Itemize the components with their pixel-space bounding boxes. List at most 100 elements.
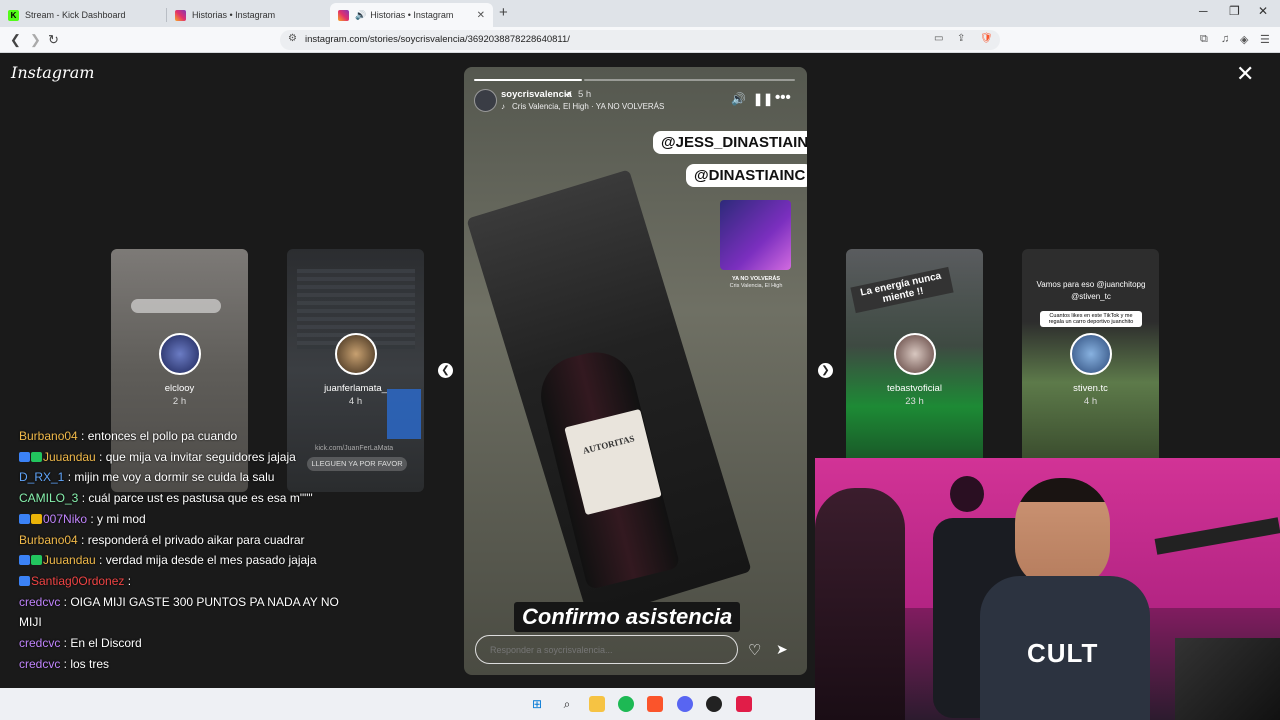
chat-badge-icon xyxy=(31,555,42,566)
chat-username[interactable]: Santiag0Ordonez xyxy=(31,574,124,588)
address-bar[interactable]: ⚙ instagram.com/stories/soycrisvalencia/… xyxy=(280,30,1000,50)
close-tab-icon[interactable]: ✕ xyxy=(477,10,485,21)
spotify-icon[interactable] xyxy=(618,696,634,712)
chat-username[interactable]: CAMILO_3 xyxy=(19,491,78,505)
chat-text: : entonces el pollo pa cuando xyxy=(77,429,238,443)
chat-username[interactable]: credcvc xyxy=(19,636,60,650)
chat-username[interactable]: Burbano04 xyxy=(19,429,78,443)
instagram-logo[interactable]: Instagram xyxy=(11,63,94,82)
music-sticker-art[interactable] xyxy=(720,200,791,270)
side-story-stiven[interactable]: Vamos para eso @juanchitopg @stiven_tc C… xyxy=(1022,249,1159,492)
heart-icon[interactable]: ♡ xyxy=(748,641,761,659)
tab-kick-dashboard[interactable]: K Stream - Kick Dashboard xyxy=(0,3,163,27)
reload-icon[interactable]: ↻ xyxy=(48,32,59,48)
extensions-icon[interactable]: ⧉ xyxy=(1200,33,1208,46)
verified-icon: ✔ xyxy=(565,89,573,99)
pause-icon[interactable]: ❚❚ xyxy=(753,92,773,106)
forward-icon[interactable]: ❯ xyxy=(30,32,41,48)
story-username[interactable]: soycrisvalencia xyxy=(501,89,572,100)
chat-message: credcvc : En el Discord xyxy=(19,633,349,654)
story-time: 5 h xyxy=(578,89,592,100)
url-text[interactable]: instagram.com/stories/soycrisvalencia/36… xyxy=(305,34,570,45)
avatar xyxy=(894,333,936,375)
share-icon[interactable]: ⇪ xyxy=(957,33,965,44)
active-story[interactable]: soycrisvalencia ✔ 5 h ♪ Cris Valencia, E… xyxy=(464,67,807,675)
avatar xyxy=(1070,333,1112,375)
wall-logo xyxy=(950,476,984,512)
brave-shield-icon[interactable]: 🛡 xyxy=(980,33,993,44)
menu-icon[interactable]: ☰ xyxy=(1260,33,1270,46)
chat-message: Burbano04 : responderá el privado aikar … xyxy=(19,530,349,551)
send-icon[interactable]: ➤ xyxy=(776,641,788,658)
chat-badge-icon xyxy=(19,575,30,586)
chat-text: : verdad mija desde el mes pasado jajaja xyxy=(95,553,317,568)
mention-sticker[interactable]: @DINASTIAINC xyxy=(686,164,807,187)
new-tab-button[interactable]: + xyxy=(499,4,508,21)
chat-text: : xyxy=(124,573,132,588)
mention-sticker[interactable]: @JESS_DINASTIAINC xyxy=(653,131,807,154)
sound-icon[interactable]: 🔊 xyxy=(731,92,746,106)
cast-icon[interactable]: ▭ xyxy=(934,33,943,44)
search-icon[interactable]: ⌕ xyxy=(559,696,575,712)
music-sticker-artist: Cris Valencia, El High xyxy=(729,283,783,289)
story-caption: Confirmo asistencia xyxy=(514,602,741,632)
discord-icon[interactable] xyxy=(677,696,693,712)
obs-icon[interactable] xyxy=(706,696,722,712)
restore-icon[interactable]: ❐ xyxy=(1229,4,1240,18)
story-username: tebastvoficial xyxy=(887,383,942,394)
minimize-icon[interactable]: ─ xyxy=(1199,4,1208,18)
instagram-favicon-icon xyxy=(175,9,186,21)
chat-username[interactable]: 007Niko xyxy=(43,512,87,526)
story-progress-done xyxy=(474,79,582,81)
back-icon[interactable]: ❮ xyxy=(10,32,21,48)
site-settings-icon[interactable]: ⚙ xyxy=(288,33,297,44)
motorcycle xyxy=(815,488,905,720)
tab-instagram-stories-active[interactable]: 🔊 Historias • Instagram ✕ xyxy=(330,3,493,27)
chat-username[interactable]: D_RX_1 xyxy=(19,470,64,484)
windows-start-icon[interactable]: ⊞ xyxy=(529,696,545,712)
reply-box[interactable] xyxy=(475,635,738,664)
chat-message: D_RX_1 : mijin me voy a dormir se cuida … xyxy=(19,467,349,488)
story-song[interactable]: Cris Valencia, El High · YA NO VOLVERÁS xyxy=(512,102,664,111)
keyboard xyxy=(1175,638,1280,720)
kick-favicon-icon: K xyxy=(8,9,19,21)
tiktok-icon[interactable] xyxy=(736,696,752,712)
close-stories-icon[interactable]: ✕ xyxy=(1236,63,1254,85)
avatar xyxy=(159,333,201,375)
chat-text: : y mi mod xyxy=(87,511,146,526)
instagram-favicon-icon xyxy=(338,9,349,21)
close-window-icon[interactable]: ✕ xyxy=(1258,4,1268,18)
vpn-icon[interactable]: ◈ xyxy=(1240,33,1248,46)
chat-text: : cuál parce ust es pastusa que es esa m… xyxy=(78,491,313,506)
story-sticker xyxy=(131,299,221,313)
file-explorer-icon[interactable] xyxy=(589,696,605,712)
media-icon[interactable]: ♫ xyxy=(1221,33,1229,45)
brave-browser-icon[interactable] xyxy=(647,696,663,712)
chat-username[interactable]: Burbano04 xyxy=(19,533,78,547)
tab-instagram-stories[interactable]: Historias • Instagram xyxy=(167,3,330,27)
side-story-tebastvoficial[interactable]: La energía nunca miente !! tebastvoficia… xyxy=(846,249,983,492)
chat-text: : los tres xyxy=(60,656,110,671)
chat-message: credcvc : OIGA MIJI GASTE 300 PUNTOS PA … xyxy=(19,592,349,633)
story-username: juanferlamata_ xyxy=(324,383,387,394)
chat-username[interactable]: Juuandau xyxy=(43,553,96,567)
chat-message: Juuandau : verdad mija desde el mes pasa… xyxy=(19,550,349,571)
mention-text: @DINASTIAINC xyxy=(694,167,806,184)
chat-username[interactable]: Juuandau xyxy=(43,450,96,464)
reply-input[interactable] xyxy=(490,645,725,655)
streamer-face xyxy=(1015,478,1110,588)
speaker-icon: 🔊 xyxy=(355,9,367,20)
story-avatar[interactable] xyxy=(474,89,497,112)
tab-label: Historias • Instagram xyxy=(370,10,454,20)
bottle-label-text: AUTORITAS xyxy=(581,433,636,456)
chat-text: : responderá el privado aikar para cuadr… xyxy=(77,532,305,547)
story-overlay-sub: Cuantos likes en este TikTok y me regala… xyxy=(1040,311,1142,327)
previous-story-button[interactable]: ❮ xyxy=(438,363,453,378)
next-story-button[interactable]: ❯ xyxy=(818,363,833,378)
more-options-icon[interactable]: ••• xyxy=(775,89,791,106)
story-time: 4 h xyxy=(348,396,363,407)
chat-badge-icon xyxy=(19,555,30,566)
chat-username[interactable]: credcvc xyxy=(19,657,60,671)
tab-label: Historias • Instagram xyxy=(192,10,276,20)
chat-username[interactable]: credcvc xyxy=(19,595,60,609)
